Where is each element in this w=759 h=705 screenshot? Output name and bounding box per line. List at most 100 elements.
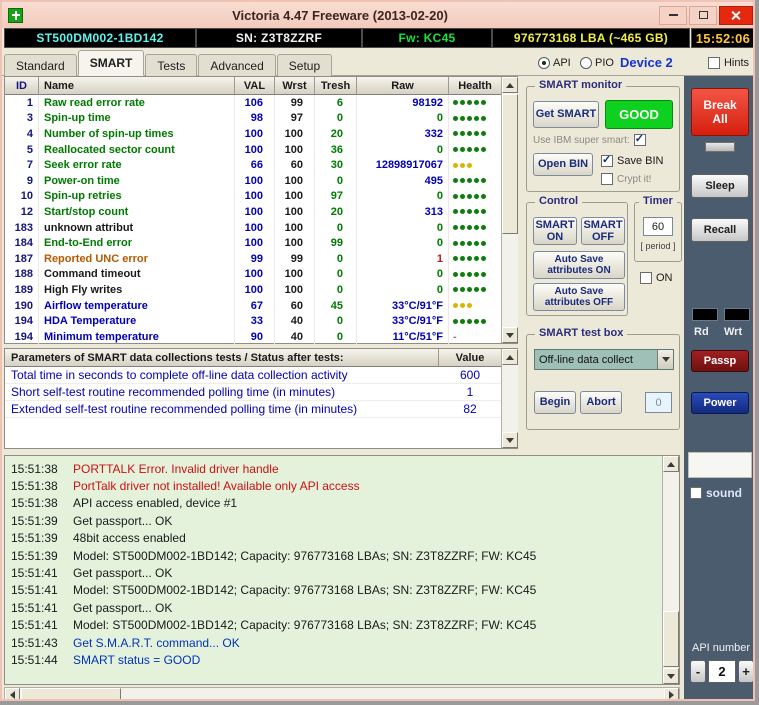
api-radio[interactable]: API xyxy=(538,57,571,69)
crypt-label: Crypt it! xyxy=(617,174,651,185)
scroll-thumb[interactable] xyxy=(502,94,518,234)
smart-off-button[interactable]: SMART OFF xyxy=(581,217,625,245)
ibm-smart-checkbox[interactable] xyxy=(634,134,646,146)
recall-button[interactable]: Recall xyxy=(691,218,749,242)
scroll-up-button[interactable] xyxy=(663,456,679,472)
param-row[interactable]: Extended self-test routine recommended p… xyxy=(5,401,501,418)
scroll-up-button[interactable] xyxy=(502,77,518,93)
hints-checkbox[interactable] xyxy=(708,57,720,69)
smart-row[interactable]: 189High Fly writes10010000 xyxy=(5,282,501,298)
smart-row[interactable]: 187Reported UNC error999901 xyxy=(5,251,501,267)
sound-checkbox[interactable] xyxy=(690,487,702,499)
smart-row[interactable]: 183unknown attribut10010000 xyxy=(5,220,501,236)
timer-on-checkbox-row[interactable]: ON xyxy=(640,272,673,284)
smart-status-badge: GOOD xyxy=(605,100,673,129)
param-row[interactable]: Short self-test routine recommended poll… xyxy=(5,384,501,401)
crypt-checkbox-row[interactable]: Crypt it! xyxy=(601,173,651,185)
minimize-icon xyxy=(669,14,678,16)
api-number-increment-button[interactable]: + xyxy=(738,660,754,683)
minimize-button[interactable] xyxy=(659,6,687,25)
sound-checkbox-row[interactable]: sound xyxy=(690,486,742,500)
tab-advanced[interactable]: Advanced xyxy=(198,54,275,76)
scroll-right-button[interactable] xyxy=(664,688,679,701)
hints-checkbox-row[interactable]: Hints xyxy=(708,57,749,69)
smart-row[interactable]: 9Power-on time1001000495 xyxy=(5,173,501,189)
scroll-up-button[interactable] xyxy=(502,349,518,365)
smart-row[interactable]: 5Reallocated sector count100100360 xyxy=(5,142,501,158)
write-led xyxy=(724,308,750,321)
smart-row[interactable]: 184End-to-End error100100990 xyxy=(5,235,501,251)
api-number-decrement-button[interactable]: - xyxy=(690,660,706,683)
autosave-on-button[interactable]: Auto Save attributes ON xyxy=(533,251,625,279)
scroll-down-button[interactable] xyxy=(502,432,518,448)
dropdown-button[interactable] xyxy=(657,350,673,369)
break-all-button[interactable]: Break All xyxy=(691,88,749,136)
power-button[interactable]: Power xyxy=(691,392,749,414)
header-wrst[interactable]: Wrst xyxy=(275,77,315,95)
smart-row[interactable]: 194Minimum temperature9040011°C/51°F- xyxy=(5,329,501,345)
drive-info-bar: ST500DM002-1BD142 SN: Z3T8ZZRF Fw: KC45 … xyxy=(2,28,755,48)
smart-row[interactable]: 3Spin-up time989700 xyxy=(5,111,501,127)
header-name[interactable]: Name xyxy=(39,77,235,95)
sound-panel xyxy=(688,452,752,478)
params-scrollbar[interactable] xyxy=(501,349,518,448)
crypt-checkbox[interactable] xyxy=(601,173,613,185)
tab-tests[interactable]: Tests xyxy=(145,54,197,76)
abort-test-button[interactable]: Abort xyxy=(580,391,622,414)
log-line: 15:51:38PortTalk driver not installed! A… xyxy=(11,477,662,494)
test-counter-field[interactable] xyxy=(645,392,672,413)
smart-row[interactable]: 194HDA Temperature3340033°C/91°F xyxy=(5,313,501,329)
smart-row[interactable]: 10Spin-up retries100100970 xyxy=(5,189,501,205)
ibm-smart-checkbox-row[interactable]: Use IBM super smart: xyxy=(533,134,646,146)
begin-test-button[interactable]: Begin xyxy=(534,391,576,414)
smart-row[interactable]: 4Number of spin-up times10010020332 xyxy=(5,126,501,142)
health-dots xyxy=(449,267,501,283)
open-bin-button[interactable]: Open BIN xyxy=(533,153,593,176)
smart-row[interactable]: 7Seek error rate66603012898917067 xyxy=(5,157,501,173)
header-health[interactable]: Health xyxy=(449,77,501,95)
smart-row[interactable]: 12Start/stop count10010020313 xyxy=(5,204,501,220)
timer-input[interactable] xyxy=(643,217,673,236)
api-number-value: 2 xyxy=(708,660,736,683)
smart-row[interactable]: 1Raw read error rate10699698192 xyxy=(5,95,501,111)
tab-smart[interactable]: SMART xyxy=(78,50,145,76)
scroll-down-button[interactable] xyxy=(663,668,679,684)
tab-setup[interactable]: Setup xyxy=(277,54,332,76)
titlebar[interactable]: Victoria 4.47 Freeware (2013-02-20) xyxy=(2,2,755,28)
header-id[interactable]: ID xyxy=(5,77,39,95)
tab-standard[interactable]: Standard xyxy=(4,54,77,76)
close-button[interactable] xyxy=(719,6,753,25)
save-bin-label: Save BIN xyxy=(617,155,663,167)
smart-table-scrollbar[interactable] xyxy=(501,77,518,343)
log-scrollbar[interactable] xyxy=(662,456,679,684)
params-header-value: Value xyxy=(439,349,501,367)
arrow-up-icon xyxy=(506,79,514,88)
log-panel[interactable]: 15:51:38PORTTALK Error. Invalid driver h… xyxy=(4,455,680,685)
scroll-down-button[interactable] xyxy=(502,327,518,343)
pio-radio[interactable]: PIO xyxy=(580,57,614,69)
timer-on-checkbox[interactable] xyxy=(640,272,652,284)
control-title: Control xyxy=(535,195,582,207)
save-bin-checkbox-row[interactable]: Save BIN xyxy=(601,155,663,167)
header-tresh[interactable]: Tresh xyxy=(315,77,357,95)
maximize-button[interactable] xyxy=(689,6,717,25)
activity-indicator xyxy=(705,142,735,152)
health-dots xyxy=(449,235,501,251)
smart-row[interactable]: 188Command timeout10010000 xyxy=(5,267,501,283)
get-smart-button[interactable]: Get SMART xyxy=(533,101,599,128)
sleep-button[interactable]: Sleep xyxy=(691,174,749,198)
test-type-dropdown[interactable]: Off-line data collect xyxy=(534,349,674,370)
smart-row[interactable]: 190Airflow temperature67604533°C/91°F xyxy=(5,298,501,314)
drive-firmware: Fw: KC45 xyxy=(362,28,492,48)
autosave-off-button[interactable]: Auto Save attributes OFF xyxy=(533,283,625,311)
passport-button[interactable]: Passp xyxy=(691,350,749,372)
scroll-left-button[interactable] xyxy=(5,688,20,701)
smart-on-button[interactable]: SMART ON xyxy=(533,217,577,245)
param-row[interactable]: Total time in seconds to complete off-li… xyxy=(5,367,501,384)
header-val[interactable]: VAL xyxy=(235,77,275,95)
header-raw[interactable]: Raw xyxy=(357,77,449,95)
log-horizontal-scrollbar[interactable] xyxy=(4,687,680,701)
scroll-thumb[interactable] xyxy=(663,611,679,667)
save-bin-checkbox[interactable] xyxy=(601,155,613,167)
scroll-thumb[interactable] xyxy=(21,688,121,701)
